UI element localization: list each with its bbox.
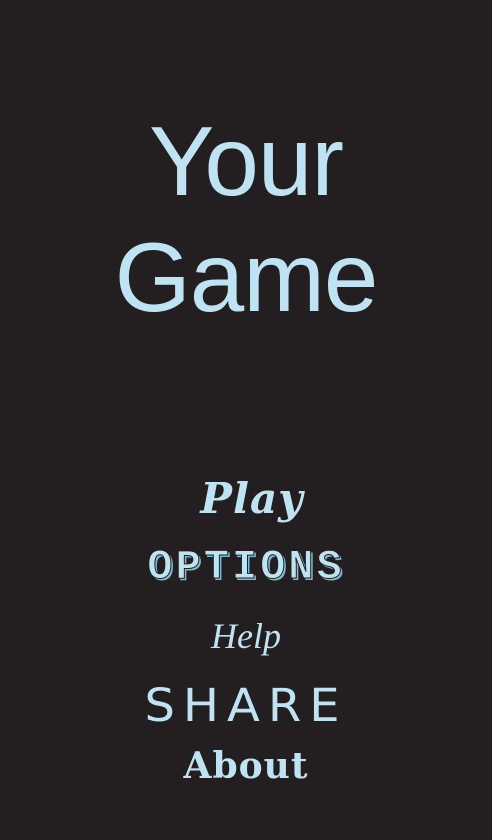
title-screen: Your Game Play OPTIONS Help SHARE About [0, 0, 492, 840]
help-button[interactable]: Help [0, 618, 492, 654]
about-button[interactable]: About [0, 748, 492, 784]
game-title-line-2: Game [114, 222, 379, 332]
game-title-line-1: Your [148, 106, 344, 216]
play-button[interactable]: Play [6, 478, 492, 520]
main-menu: Play OPTIONS Help SHARE About [0, 470, 492, 800]
options-button[interactable]: OPTIONS [0, 546, 492, 589]
share-button[interactable]: SHARE [0, 683, 492, 729]
